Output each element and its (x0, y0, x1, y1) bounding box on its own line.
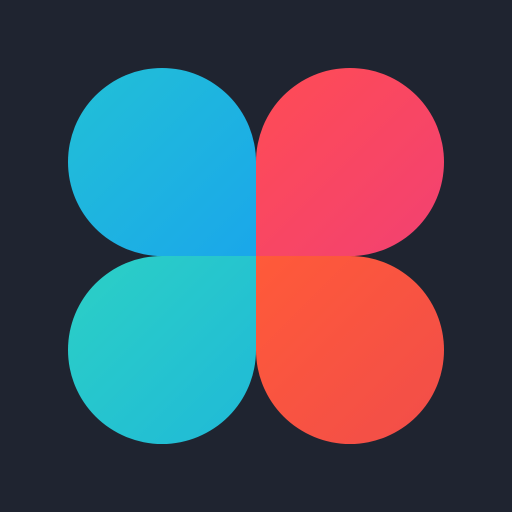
petal-bottom-left (68, 256, 256, 444)
four-petal-logo-icon (0, 0, 512, 512)
logo-canvas (0, 0, 512, 512)
petal-top-right (256, 68, 444, 256)
petal-bottom-right (256, 256, 444, 444)
petal-top-left (68, 68, 256, 256)
